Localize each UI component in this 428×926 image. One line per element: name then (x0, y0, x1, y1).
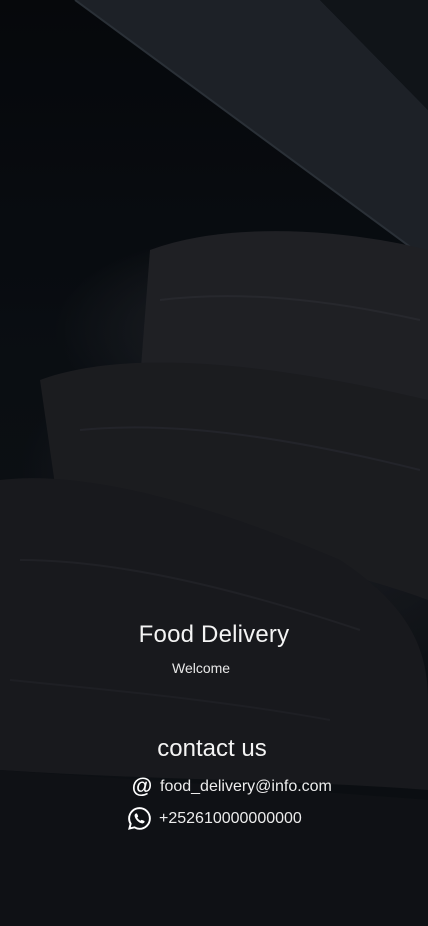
app-title: Food Delivery (138, 621, 290, 648)
contact-phone[interactable]: +252610000000000 (159, 809, 302, 829)
contact-email[interactable]: food_delivery@info.com (160, 777, 332, 797)
at-icon: @ (131, 775, 153, 798)
splash-screen: Food Delivery Welcome contact us @ food_… (0, 0, 428, 926)
whatsapp-icon (127, 806, 152, 831)
contact-email-row[interactable]: @ food_delivery@info.com (131, 776, 332, 798)
welcome-text: Welcome (172, 660, 231, 676)
contact-heading: contact us (157, 735, 267, 762)
contact-phone-row[interactable]: +252610000000000 (127, 806, 302, 831)
